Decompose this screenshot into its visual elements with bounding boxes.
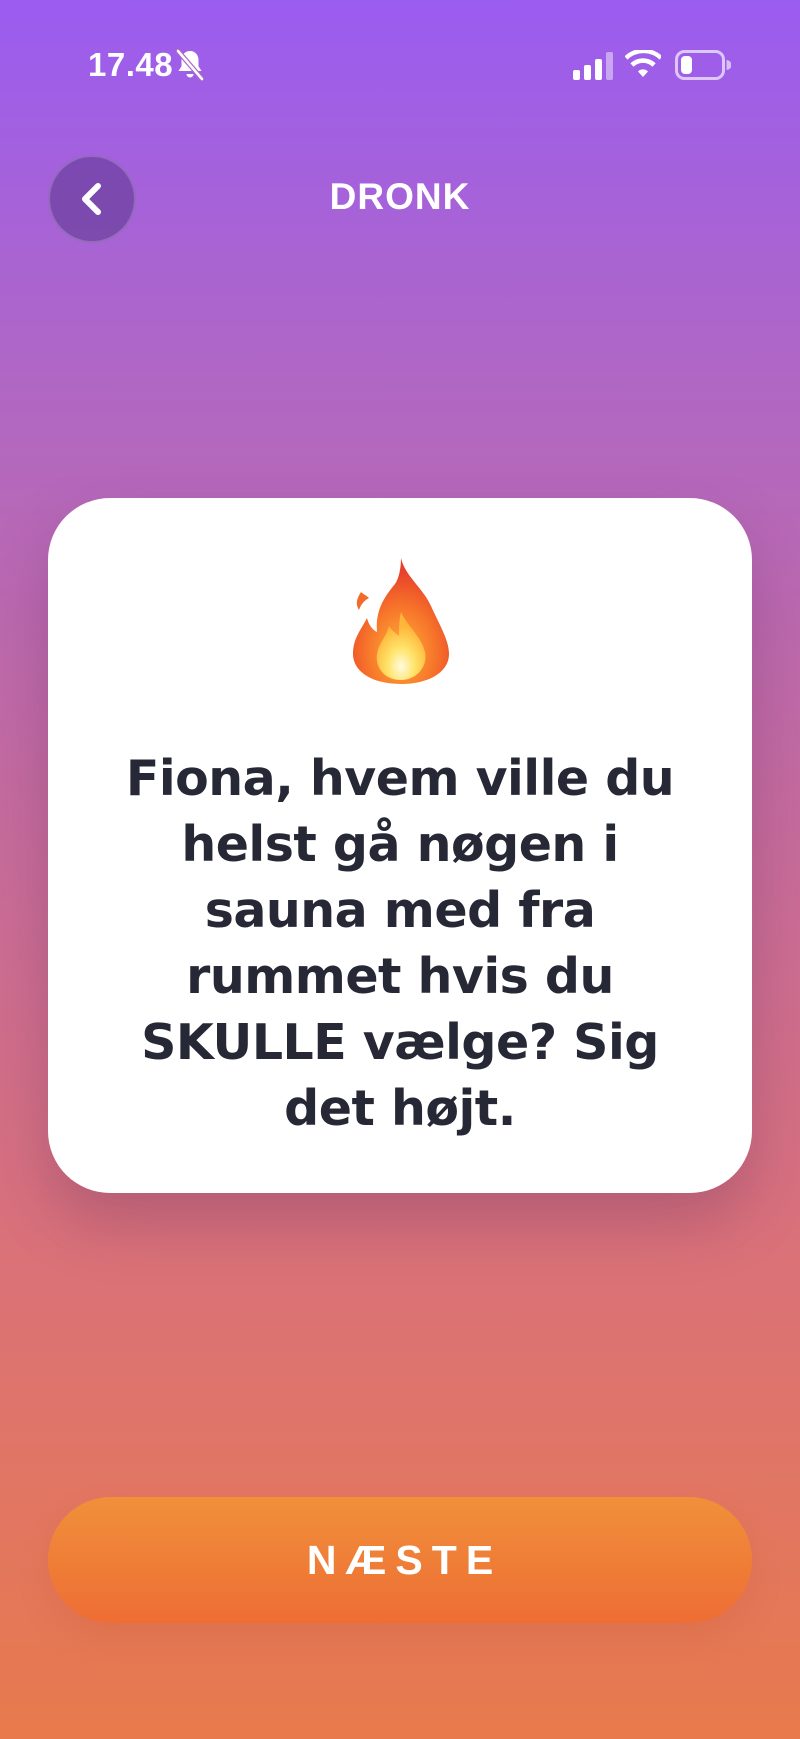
next-button[interactable]: NÆSTE xyxy=(48,1497,752,1623)
question-card: Fiona, hvem ville du helst gå nøgen i sa… xyxy=(48,498,752,1193)
bell-slash-icon xyxy=(175,48,205,82)
fire-icon xyxy=(353,558,449,684)
question-text: Fiona, hvem ville du helst gå nøgen i sa… xyxy=(125,750,675,1137)
page-title: DRONK xyxy=(329,176,471,217)
status-bar: 17.48 xyxy=(0,0,800,130)
wifi-icon xyxy=(625,50,661,77)
status-time: 17.48 xyxy=(88,46,174,83)
next-button-label: NÆSTE xyxy=(306,1536,503,1583)
battery-icon xyxy=(675,50,731,80)
signal-icon xyxy=(573,52,613,80)
